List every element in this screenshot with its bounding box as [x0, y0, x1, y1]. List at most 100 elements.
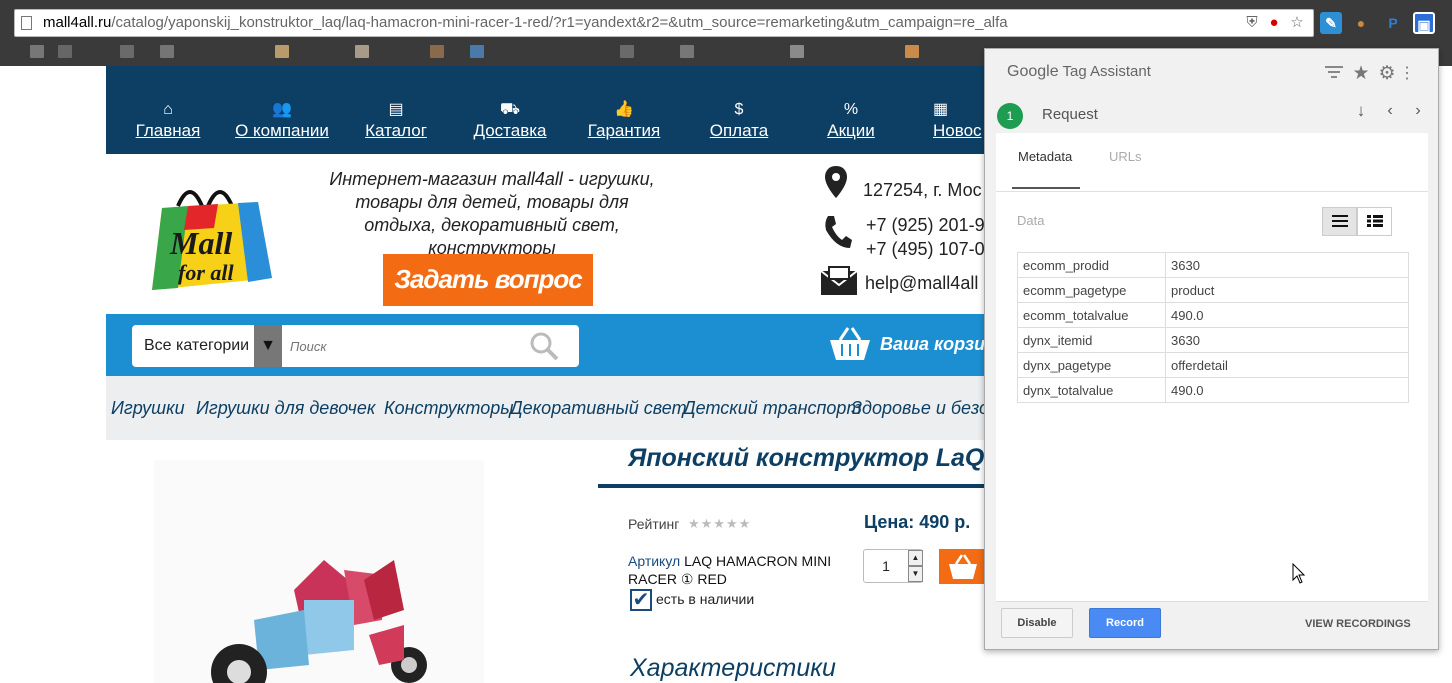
nav-item-label: Доставка [473, 121, 547, 140]
request-detail-panel: Metadata URLs Data ecomm_prodid 3630 ecomm… [996, 133, 1428, 601]
nav-item-label: Главная [135, 121, 201, 140]
nav-item-5[interactable]: 👍 Гарантия [578, 66, 670, 154]
category-link[interactable]: Декоративный свет [510, 398, 687, 419]
nav-item-2[interactable]: 👥 О компании [222, 66, 342, 154]
p-icon[interactable]: P [1382, 12, 1404, 34]
svg-text:Mall: Mall [169, 225, 232, 261]
quantity-down-icon[interactable]: ▼ [908, 566, 923, 582]
feather-icon[interactable]: ✎ [1320, 12, 1342, 34]
shield-icon[interactable]: ⛨ [1243, 14, 1261, 32]
star-icon[interactable]: ☆ [1288, 14, 1306, 32]
truck-icon: ⛟ [499, 101, 521, 118]
chevron-right-icon[interactable]: › [1408, 101, 1428, 121]
contact-address: 127254, г. Мос [863, 180, 982, 200]
google-wordmark: Google [1007, 63, 1059, 80]
category-link[interactable]: Детский транспорт [683, 398, 861, 419]
nav-item-label: Оплата [709, 121, 769, 140]
chevron-left-icon[interactable]: ‹ [1380, 101, 1400, 121]
data-value: 3630 [1165, 327, 1409, 353]
search-icon[interactable] [524, 325, 564, 367]
add-to-cart-button[interactable] [939, 549, 984, 584]
tag-assistant-popup: Google Tag Assistant ★ ⚙ ⋮ 1 Request ↓ ‹… [984, 48, 1439, 650]
product-image[interactable] [154, 460, 484, 683]
table-row: ecomm_pagetype product [1017, 277, 1409, 303]
opera-icon[interactable]: ● [1265, 14, 1283, 32]
star-icon[interactable]: ★ [1349, 63, 1373, 85]
chevron-down-icon[interactable]: ▼ [254, 325, 282, 367]
nav-item-8[interactable]: ▦ Новос [922, 66, 992, 154]
money-icon: $ [734, 101, 744, 118]
data-key: dynx_itemid [1017, 327, 1166, 353]
list-view-icon[interactable] [1322, 207, 1357, 236]
category-link[interactable]: Здоровье и безо [851, 398, 984, 419]
in-stock-checkbox: ✔ [630, 589, 652, 611]
request-label[interactable]: Request [1042, 106, 1098, 123]
mail-icon [820, 266, 858, 296]
product-title: Японский конструктор LaQ "Го [628, 444, 1033, 472]
data-key: ecomm_pagetype [1017, 277, 1166, 303]
table-row: ecomm_prodid 3630 [1017, 252, 1409, 278]
tab-metadata[interactable]: Metadata [1018, 149, 1072, 164]
contact-phone-1[interactable]: +7 (925) 201-9 [866, 215, 985, 236]
nav-item-label: Гарантия [587, 121, 661, 140]
disable-button[interactable]: Disable [1001, 608, 1073, 638]
filter-icon[interactable] [1323, 63, 1345, 85]
people-icon: 👥 [272, 101, 292, 118]
nav-item-1[interactable]: ⌂ Главная [122, 66, 214, 154]
tab-urls[interactable]: URLs [1109, 149, 1142, 164]
sku-line-1: Артикул LAQ HAMACRON MINI [628, 553, 831, 569]
more-vert-icon[interactable]: ⋮ [1399, 63, 1415, 85]
home-icon: ⌂ [163, 101, 173, 118]
record-button[interactable]: Record [1089, 608, 1161, 638]
nav-item-4[interactable]: ⛟ Доставка [460, 66, 560, 154]
svg-text:for all: for all [178, 260, 235, 285]
gear-icon[interactable]: ⚙ [1375, 63, 1399, 85]
book-icon: ▤ [388, 101, 404, 118]
data-key: ecomm_prodid [1017, 252, 1166, 278]
ask-question-button[interactable]: Задать вопрос [383, 254, 593, 306]
page-icon [21, 16, 32, 30]
arrow-down-icon[interactable]: ↓ [1351, 101, 1371, 121]
request-number-badge[interactable]: 1 [997, 103, 1023, 129]
data-key: dynx_pagetype [1017, 352, 1166, 378]
cart-button[interactable]: Ваша корзин [828, 322, 996, 368]
category-link[interactable]: Игрушки [111, 398, 185, 419]
category-link[interactable]: Игрушки для девочек [196, 398, 375, 419]
cookie-icon[interactable]: ● [1350, 12, 1372, 34]
data-label: Data [1017, 213, 1045, 228]
active-tab-indicator [1012, 187, 1080, 189]
rating-label: Рейтинг [628, 516, 680, 532]
data-key: ecomm_totalvalue [1017, 302, 1166, 328]
quantity-stepper[interactable]: 1 ▲ ▼ [863, 549, 923, 583]
tag-assistant-icon[interactable]: ▣ [1413, 12, 1435, 34]
nav-item-3[interactable]: ▤ Каталог [356, 66, 436, 154]
contact-email[interactable]: help@mall4all [865, 273, 978, 294]
table-row: dynx_pagetype offerdetail [1017, 352, 1409, 378]
nav-item-7[interactable]: % Акции [808, 66, 894, 154]
quantity-value[interactable]: 1 [864, 550, 908, 582]
product-price: Цена: 490 р. [864, 512, 971, 532]
search-box: Все категории ▼ [132, 325, 579, 367]
search-input[interactable] [282, 325, 522, 367]
view-recordings-link[interactable]: VIEW RECORDINGS [1305, 618, 1411, 630]
quantity-up-icon[interactable]: ▲ [908, 550, 923, 566]
tag-assistant-wordmark: Tag Assistant [1062, 63, 1151, 80]
phone-icon [822, 214, 852, 250]
data-value: 490.0 [1165, 377, 1409, 403]
nav-item-label: Каталог [365, 121, 427, 140]
sku-label: Артикул [628, 553, 681, 569]
data-value: 3630 [1165, 252, 1409, 278]
contact-phone-2[interactable]: +7 (495) 107-0 [866, 239, 985, 260]
address-bar[interactable]: mall4all.ru/catalog/yaponskij_konstrukto… [14, 9, 1314, 37]
data-value: offerdetail [1165, 352, 1409, 378]
category-link[interactable]: Конструкторы [384, 398, 514, 419]
rating-stars[interactable]: ★★★★★ [688, 516, 751, 532]
nav-item-6[interactable]: $ Оплата [694, 66, 784, 154]
data-key: dynx_totalvalue [1017, 377, 1166, 403]
tag-assistant-logo: Google Tag Assistant [1007, 63, 1151, 81]
basket-icon [949, 554, 977, 579]
mall-for-all-logo[interactable]: Mall for all [148, 178, 276, 298]
table-view-icon[interactable] [1357, 207, 1392, 236]
percent-icon: % [843, 101, 859, 118]
data-value: product [1165, 277, 1409, 303]
